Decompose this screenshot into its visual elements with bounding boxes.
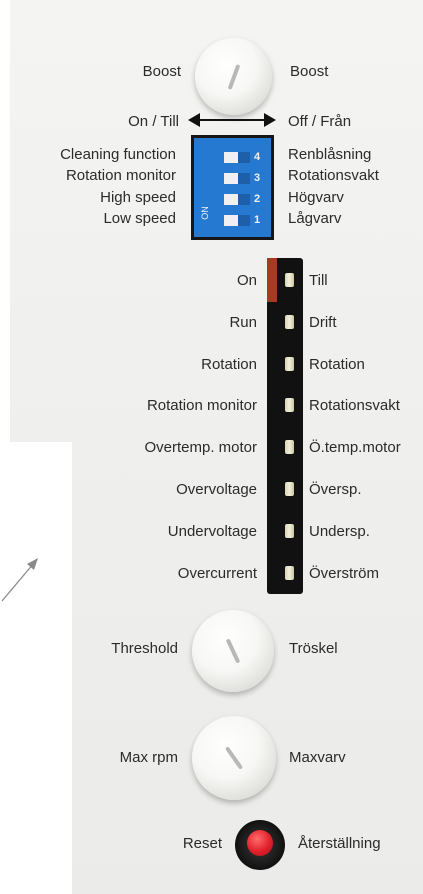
max-rpm-label-en: Max rpm (119, 749, 178, 766)
dip-number-3: 3 (254, 172, 261, 184)
threshold-knob[interactable] (192, 610, 274, 692)
indicator-label-en: Overvoltage (176, 481, 257, 498)
reset-label-en: Reset (182, 835, 222, 852)
dip-switch-3[interactable] (224, 173, 250, 184)
indicator-label-en: Undervoltage (167, 523, 257, 540)
indicator-label-sv: Överström (309, 565, 380, 582)
indicator-label-sv: Till (309, 272, 328, 289)
dip-label-high-speed: High speed (100, 189, 176, 206)
dip-label-rotation-monitor: Rotation monitor (65, 167, 176, 184)
led-rotation (285, 357, 294, 371)
dip-number-2: 2 (254, 193, 261, 205)
boost-label-sv: Boost (290, 63, 329, 80)
indicator-label-sv: Rotationsvakt (309, 397, 400, 414)
dip-label-hogvarv: Högvarv (288, 189, 344, 206)
dip-switch-2[interactable] (224, 194, 250, 205)
indicator-label-en: Rotation monitor (146, 397, 257, 414)
dip-label-rotationsvakt: Rotationsvakt (288, 167, 379, 184)
led-on (285, 273, 294, 287)
indicator-label-en: Overtemp. motor (144, 439, 257, 456)
dip-number-1: 1 (254, 214, 261, 226)
led-overcurrent (285, 566, 294, 580)
led-run (285, 315, 294, 329)
indicator-label-en: On (236, 272, 257, 289)
led-strip (267, 258, 303, 594)
reset-button[interactable] (247, 830, 273, 856)
dip-label-low-speed: Low speed (103, 210, 176, 227)
led-undervoltage (285, 524, 294, 538)
off-fran-label: Off / Från (288, 113, 352, 130)
indicator-label-sv: Rotation (309, 356, 365, 373)
on-till-label: On / Till (128, 113, 179, 130)
led-overvoltage (285, 482, 294, 496)
threshold-label-sv: Tröskel (289, 640, 338, 657)
pointer-arrow-icon (1, 558, 38, 602)
dip-number-4: 4 (254, 151, 261, 163)
max-rpm-label-sv: Maxvarv (289, 749, 346, 766)
boost-label-en: Boost (142, 63, 181, 80)
indicator-label-en: Rotation (201, 356, 257, 373)
boost-knob[interactable] (195, 38, 272, 115)
max-rpm-knob[interactable] (192, 716, 276, 800)
indicator-label-en: Overcurrent (177, 565, 257, 582)
led-rotation-monitor (285, 398, 294, 412)
indicator-label-sv: Översp. (309, 481, 362, 498)
dip-label-lagvarv: Lågvarv (288, 210, 342, 227)
led-overtemp (285, 440, 294, 454)
dip-switch-4[interactable] (224, 152, 250, 163)
dip-switch-1[interactable] (224, 215, 250, 226)
reset-label-sv: Återställning (298, 835, 381, 852)
indicator-label-sv: Drift (309, 314, 337, 331)
threshold-label-en: Threshold (111, 640, 178, 657)
dip-label-cleaning: Cleaning function (60, 146, 176, 163)
indicator-label-en: Run (229, 314, 257, 331)
dip-label-renblasning: Renblåsning (288, 146, 372, 163)
arrow-right-icon (264, 113, 276, 127)
dip-switch-block: 4 3 2 1 ON (191, 135, 274, 240)
dip-on-label: ON (199, 206, 210, 220)
indicator-label-sv: Ö.temp.motor (309, 439, 401, 456)
double-arrow-line (198, 119, 264, 121)
indicator-label-sv: Undersp. (309, 523, 370, 540)
led-strip-red-marker (267, 258, 277, 302)
